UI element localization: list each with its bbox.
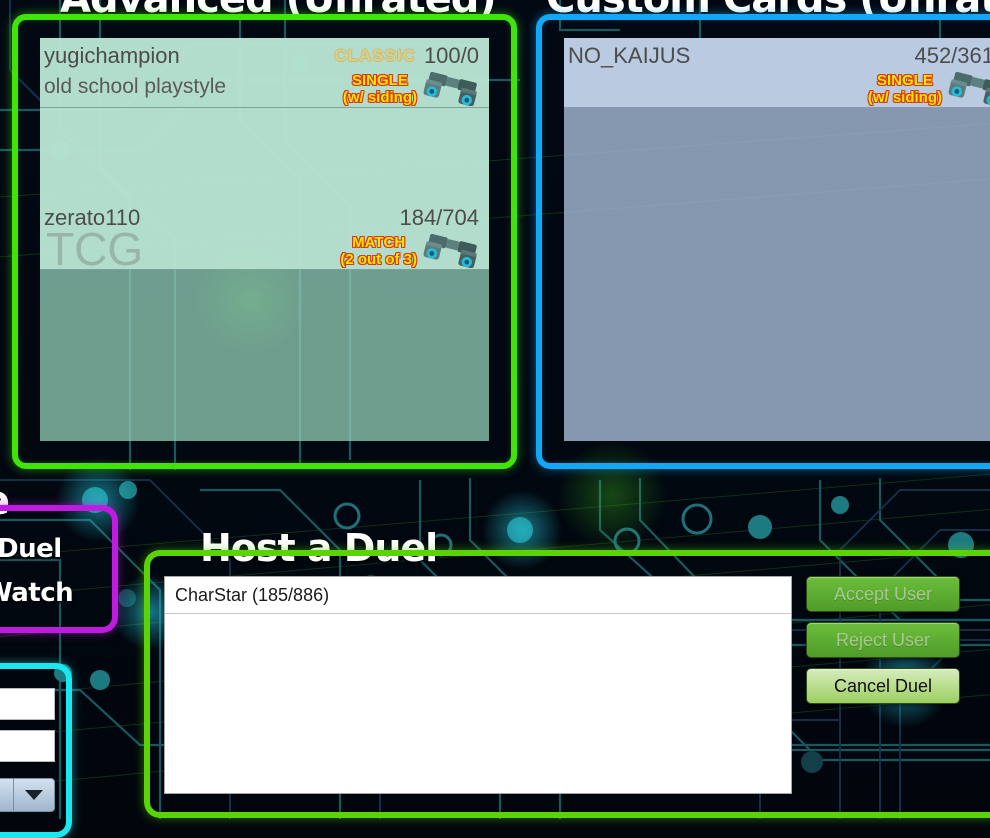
duel-mode-line2: (2 out of 3) <box>340 251 417 268</box>
list-item-label: CharStar (185/886) <box>175 585 330 605</box>
filter-dropdown[interactable] <box>0 778 55 812</box>
cancel-duel-button[interactable]: Cancel Duel <box>806 668 960 704</box>
duel-row[interactable]: NO_KAIJUS 452/361 SINGLE (w/ siding) <box>564 38 990 108</box>
filter-text-input-2[interactable] <box>0 730 55 762</box>
duel-host-score: 184/704 <box>399 205 479 230</box>
duel-mode-line1: MATCH <box>352 234 406 251</box>
radio-option-watch-label: Watch <box>0 578 74 608</box>
format-badge: CLASSIC <box>334 46 416 65</box>
binoculars-icon[interactable] <box>423 72 479 106</box>
accept-user-button[interactable]: Accept User <box>806 576 960 612</box>
advanced-duel-list[interactable]: yugichampion CLASSIC 100/0 old school pl… <box>40 38 489 441</box>
duel-row[interactable]: yugichampion CLASSIC 100/0 old school pl… <box>40 38 489 108</box>
binoculars-icon[interactable] <box>423 234 479 268</box>
advanced-duels-panel: yugichampion CLASSIC 100/0 old school pl… <box>12 14 517 469</box>
binoculars-icon[interactable] <box>948 72 990 106</box>
duel-mode-badge: SINGLE (w/ siding) <box>868 72 942 106</box>
cancel-duel-label: Cancel Duel <box>833 675 933 696</box>
radio-option-watch[interactable]: Watch <box>0 578 74 608</box>
custom-cards-duel-list[interactable]: NO_KAIJUS 452/361 SINGLE (w/ siding) <box>564 38 990 441</box>
duel-mode-badge: SINGLE (w/ siding) <box>343 72 417 106</box>
custom-cards-duels-panel: NO_KAIJUS 452/361 SINGLE (w/ siding) <box>536 14 990 469</box>
duel-request-list[interactable]: CharStar (185/886) <box>164 576 792 794</box>
duel-mode-badge: MATCH (2 out of 3) <box>340 234 417 268</box>
duel-list-spacer <box>40 108 489 200</box>
duel-mode-line1: SINGLE <box>351 72 408 89</box>
duel-row[interactable]: TCG zerato110 184/704 MATCH (2 out of 3) <box>40 200 489 272</box>
duel-host-name: NO_KAIJUS <box>568 43 691 68</box>
radio-option-duel-label: Duel <box>0 534 62 564</box>
mode-panel <box>0 505 118 633</box>
duel-host-name: yugichampion <box>44 43 180 68</box>
reject-user-button[interactable]: Reject User <box>806 622 960 658</box>
duel-host-name: zerato110 <box>44 205 141 230</box>
list-item[interactable]: CharStar (185/886) <box>165 577 791 614</box>
duel-host-score: 452/361 <box>914 43 990 68</box>
duel-mode-line2: (w/ siding) <box>342 89 417 106</box>
duel-mode-line1: SINGLE <box>876 72 933 89</box>
duel-host-score: 100/0 <box>423 43 479 68</box>
radio-option-duel[interactable]: Duel <box>0 534 62 564</box>
chevron-down-icon[interactable] <box>13 779 54 811</box>
accept-user-label: Accept User <box>833 583 933 604</box>
host-a-duel-actions: Accept User Reject User Cancel Duel <box>806 576 960 704</box>
reject-user-label: Reject User <box>835 629 931 650</box>
duel-mode-line2: (w/ siding) <box>867 89 942 106</box>
chevron-down-glyph <box>25 790 43 800</box>
filter-text-input-1[interactable] <box>0 688 55 720</box>
duel-tagline: old school playstyle <box>44 75 227 98</box>
